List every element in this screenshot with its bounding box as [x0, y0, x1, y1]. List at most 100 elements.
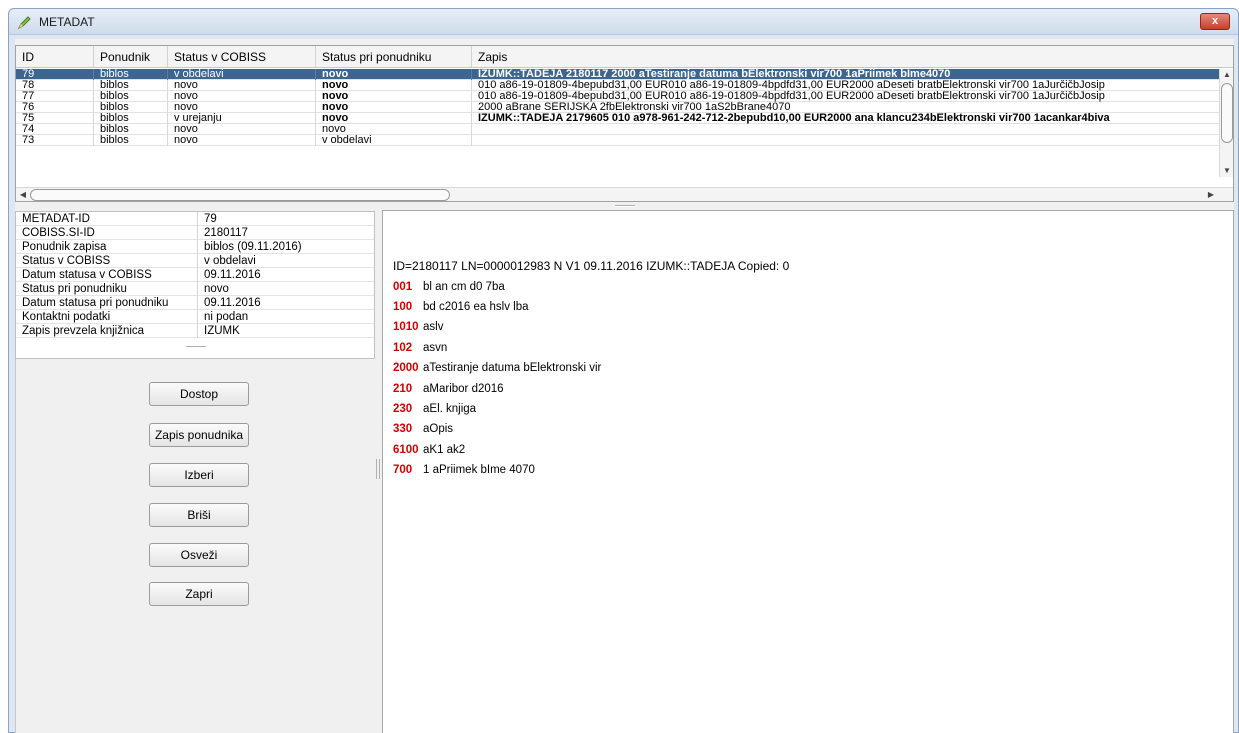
cell-id: 78: [16, 80, 94, 91]
column-header-id[interactable]: ID: [16, 46, 94, 68]
splitter-grip-icon: [615, 205, 635, 207]
field-content: 1 aPriimek bIme 4070: [423, 464, 535, 476]
property-key: Status pri ponudniku: [22, 282, 198, 296]
property-value: 2180117: [204, 227, 248, 239]
property-key: Status v COBISS: [22, 254, 198, 268]
field-content: aK1 ak2: [423, 444, 466, 456]
field-tag: 001: [393, 281, 413, 293]
cell-ponudnik: biblos: [94, 124, 168, 135]
title-bar[interactable]: METADAT x: [9, 9, 1238, 35]
cell-id: 76: [16, 102, 94, 113]
field-content: aMaribor d2016: [423, 383, 504, 395]
horizontal-splitter[interactable]: [15, 202, 1234, 210]
zapis-ponudnika-button[interactable]: Zapis ponudnika: [149, 423, 249, 447]
cell-id: 75: [16, 113, 94, 124]
column-header-status-cobiss[interactable]: Status v COBISS: [168, 46, 316, 68]
main-content: ID Ponudnik Status v COBISS Status pri p…: [15, 39, 1234, 733]
property-key: Datum statusa pri ponudniku: [22, 296, 198, 310]
table-vertical-scrollbar[interactable]: ▲ ▼: [1219, 69, 1233, 177]
field-tag: 100: [393, 301, 413, 313]
record-field: 210 aMaribor d2016: [393, 383, 504, 395]
column-header-zapis[interactable]: Zapis: [472, 46, 1233, 68]
property-value: 79: [204, 213, 217, 225]
scroll-right-icon[interactable]: ▶: [1205, 189, 1217, 201]
cell-status-ponudnik: novo: [316, 80, 472, 91]
table-row[interactable]: 74 biblos novo novo: [16, 124, 1219, 135]
cell-zapis: 010 a86-19-01809-4bepubd31,00 EUR010 a86…: [478, 80, 1105, 91]
cell-status-cobiss: novo: [168, 91, 316, 102]
properties-table: METADAT-ID 79 COBISS.SI-ID 2180117 Ponudni…: [15, 211, 375, 359]
field-content: asvn: [423, 342, 448, 354]
scroll-left-icon[interactable]: ◀: [17, 189, 29, 201]
cell-status-cobiss: v obdelavi: [168, 69, 316, 80]
close-button[interactable]: x: [1200, 13, 1230, 30]
column-header-status-ponudnik[interactable]: Status pri ponudniku: [316, 46, 472, 68]
property-row: Status pri ponudniku novo: [16, 282, 374, 296]
scroll-up-icon[interactable]: ▲: [1221, 69, 1233, 81]
property-row: Status v COBISS v obdelavi: [16, 254, 374, 268]
property-key: COBISS.SI-ID: [22, 226, 198, 240]
brisi-button[interactable]: Briši: [149, 503, 249, 527]
horizontal-scroll-thumb[interactable]: [30, 189, 450, 201]
record-field: 100 bd c2016 ea hslv lba: [393, 301, 529, 313]
column-header-ponudnik[interactable]: Ponudnik: [94, 46, 168, 68]
pencil-icon: [17, 16, 31, 30]
table-row[interactable]: 77 biblos novo novo 010 a86-19-01809-4be…: [16, 91, 1219, 102]
field-content: aTestiranje datuma bElektronski vir: [423, 362, 602, 374]
cell-status-ponudnik: v obdelavi: [316, 135, 472, 146]
cell-id: 73: [16, 135, 94, 146]
table-row[interactable]: 79 biblos v obdelavi novo IZUMK::TADEJA …: [16, 69, 1219, 80]
cell-status-ponudnik: novo: [316, 102, 472, 113]
cell-ponudnik: biblos: [94, 102, 168, 113]
field-tag: 1010: [393, 321, 419, 333]
field-content: bl an cm d0 7ba: [423, 281, 505, 293]
cell-ponudnik: biblos: [94, 113, 168, 124]
cell-id: 77: [16, 91, 94, 102]
record-field: 102 asvn: [393, 342, 447, 354]
zapri-button[interactable]: Zapri: [149, 582, 249, 606]
table-row[interactable]: 73 biblos novo v obdelavi: [16, 135, 1219, 146]
vertical-splitter[interactable]: [376, 459, 380, 479]
record-field: 6100 aK1 ak2: [393, 444, 465, 456]
table-row[interactable]: 76 biblos novo novo 2000 aBrane SERIJSKA…: [16, 102, 1219, 113]
cell-zapis: [472, 124, 1219, 135]
record-field: 230 aEl. knjiga: [393, 403, 476, 415]
property-row: Datum statusa v COBISS 09.11.2016: [16, 268, 374, 282]
table-horizontal-scrollbar[interactable]: ◀ ▶: [16, 187, 1233, 201]
field-tag: 330: [393, 423, 413, 435]
cell-status-ponudnik: novo: [316, 69, 472, 80]
property-row: Kontaktni podatki ni podan: [16, 310, 374, 324]
field-content: bd c2016 ea hslv lba: [423, 301, 529, 313]
osvezi-button[interactable]: Osveži: [149, 543, 249, 567]
property-key: Kontaktni podatki: [22, 310, 198, 324]
properties-splitter-grip-icon[interactable]: [186, 346, 206, 348]
cell-zapis: 010 a86-19-01809-4bepubd31,00 EUR010 a86…: [478, 91, 1105, 102]
cell-status-ponudnik: novo: [316, 91, 472, 102]
record-field: 2000 aTestiranje datuma bElektronski vir: [393, 362, 601, 374]
property-row: Datum statusa pri ponudniku 09.11.2016: [16, 296, 374, 310]
property-value: IZUMK: [204, 325, 240, 337]
field-content: aEl. knjiga: [423, 403, 477, 415]
dostop-button[interactable]: Dostop: [149, 382, 249, 406]
izberi-button[interactable]: Izberi: [149, 463, 249, 487]
property-row: COBISS.SI-ID 2180117: [16, 226, 374, 240]
property-row: Zapis prevzela knjižnica IZUMK: [16, 324, 374, 338]
field-tag: 6100: [393, 444, 419, 456]
field-tag: 230: [393, 403, 413, 415]
cell-zapis: 2000 aBrane SERIJSKA 2fbElektronski vir7…: [478, 102, 791, 113]
table-row[interactable]: 78 biblos novo novo 010 a86-19-01809-4be…: [16, 80, 1219, 91]
vertical-scroll-thumb[interactable]: [1221, 83, 1233, 143]
property-key: Datum statusa v COBISS: [22, 268, 198, 282]
scroll-down-icon[interactable]: ▼: [1221, 165, 1233, 177]
property-value: ni podan: [204, 311, 249, 323]
record-field: 330 aOpis: [393, 423, 453, 435]
window-title: METADAT: [39, 15, 95, 29]
property-value: biblos (09.11.2016): [204, 241, 302, 253]
cell-status-cobiss: v urejanju: [168, 113, 316, 124]
cell-ponudnik: biblos: [94, 135, 168, 146]
cell-status-cobiss: novo: [168, 80, 316, 91]
field-tag: 102: [393, 342, 413, 354]
cell-status-cobiss: novo: [168, 135, 316, 146]
table-row[interactable]: 75 biblos v urejanju novo IZUMK::TADEJA …: [16, 113, 1219, 124]
record-field: 001 bl an cm d0 7ba: [393, 281, 505, 293]
